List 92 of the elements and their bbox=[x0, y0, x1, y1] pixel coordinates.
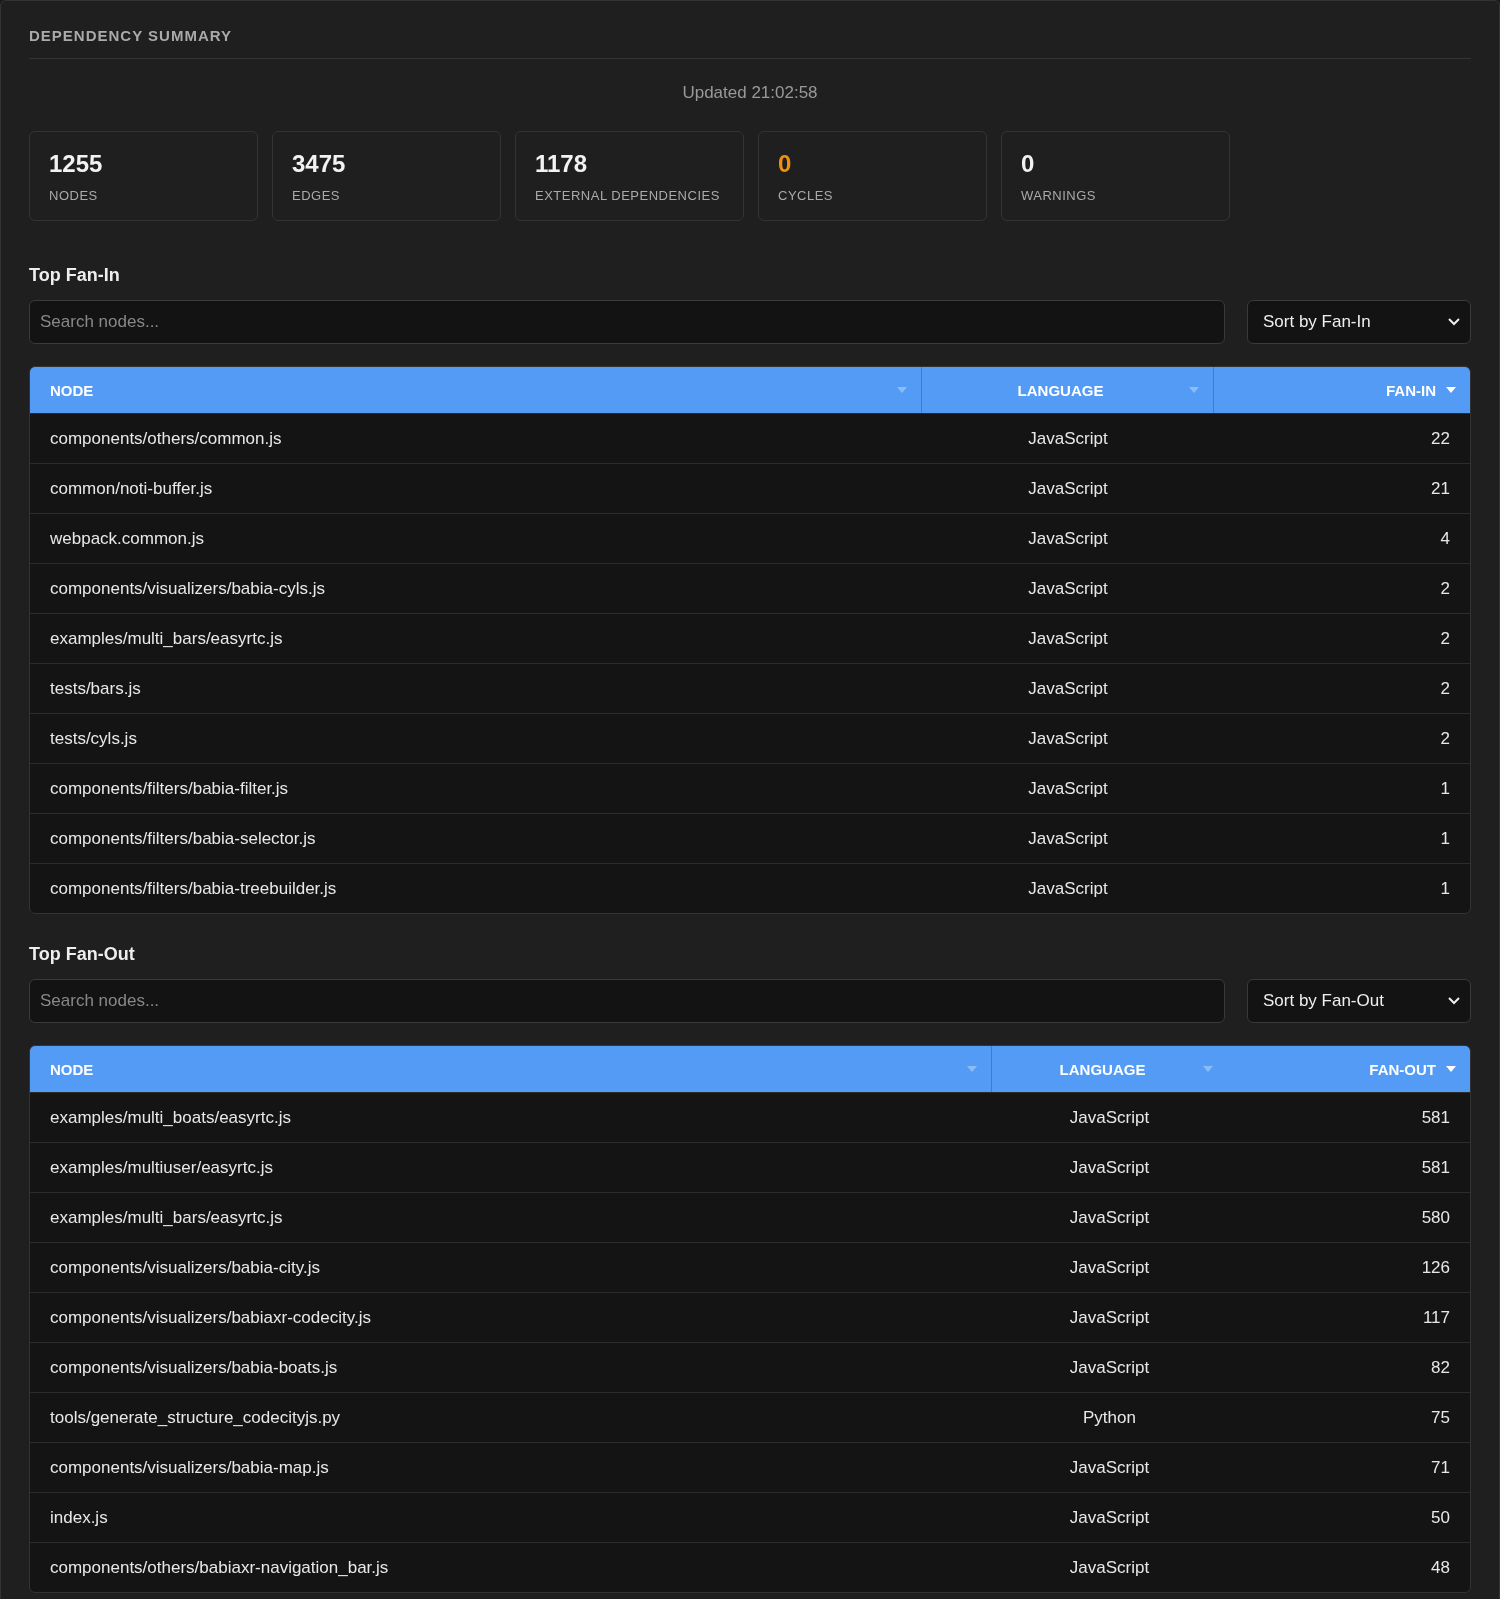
table-cell-text: 117 bbox=[1421, 1307, 1451, 1328]
table-cell-text: JavaScript bbox=[1027, 578, 1109, 599]
column-header[interactable]: LANGUAGE bbox=[942, 381, 1179, 399]
panel-title: DEPENDENCY SUMMARY bbox=[29, 27, 1471, 59]
column-header[interactable]: NODE bbox=[50, 381, 94, 399]
table-cell-text: 2 bbox=[1439, 678, 1451, 699]
table-cell-text: components/filters/babia-treebuilder.js bbox=[49, 878, 338, 899]
column-header[interactable]: FAN-OUT bbox=[1369, 1060, 1436, 1078]
table-cell-text: JavaScript bbox=[1068, 1507, 1151, 1528]
section-title: Top Fan-In bbox=[29, 265, 121, 286]
search-field[interactable]: Search nodes... bbox=[29, 979, 1225, 1023]
column-header[interactable]: FAN-IN bbox=[1386, 381, 1436, 399]
table-cell-text: components/others/babiaxr-navigation_bar.js bbox=[49, 1557, 390, 1578]
section-title: Top Fan-Out bbox=[29, 944, 136, 965]
stat-label: NODES bbox=[49, 188, 99, 203]
sort-caret-icon[interactable] bbox=[897, 387, 907, 393]
table-cell-text: examples/multi_bars/easyrtc.js bbox=[49, 628, 284, 649]
table-cell-text: 1 bbox=[1439, 828, 1451, 849]
table-cell-text: tests/cyls.js bbox=[49, 728, 138, 749]
table-cell-text: JavaScript bbox=[1027, 528, 1109, 549]
table-cell-text: JavaScript bbox=[1068, 1207, 1151, 1228]
table-cell-text: JavaScript bbox=[1068, 1157, 1151, 1178]
table-cell-text: tools/generate_structure_codecityjs.py bbox=[49, 1407, 342, 1428]
updated-time: Updated 21:02:58 bbox=[681, 83, 819, 103]
stat-value: 0 bbox=[778, 150, 793, 178]
sort-caret-icon[interactable] bbox=[967, 1066, 977, 1072]
table-cell-text: JavaScript bbox=[1068, 1557, 1151, 1578]
table-cell-text: components/visualizers/babia-boats.js bbox=[49, 1357, 339, 1378]
table-cell-text: 48 bbox=[1430, 1557, 1451, 1578]
sort-dropdown[interactable]: Sort by Fan-Out bbox=[1247, 979, 1471, 1023]
table-cell-text: components/visualizers/babia-city.js bbox=[49, 1257, 321, 1278]
table-cell-text: JavaScript bbox=[1027, 478, 1109, 499]
table-cell-text: index.js bbox=[49, 1507, 109, 1528]
sort-dropdown[interactable]: Sort by Fan-In bbox=[1247, 300, 1471, 344]
column-header[interactable]: NODE bbox=[50, 1060, 94, 1078]
table-cell-text: 22 bbox=[1430, 428, 1451, 449]
table-cell-text: 126 bbox=[1420, 1257, 1451, 1278]
sort-caret-icon[interactable] bbox=[1446, 387, 1456, 393]
chevron-down-icon bbox=[1448, 318, 1460, 326]
table-cell-text: JavaScript bbox=[1027, 778, 1109, 799]
table-cell-text: JavaScript bbox=[1027, 678, 1109, 699]
table-cell-text: 2 bbox=[1439, 628, 1451, 649]
table-cell-text: JavaScript bbox=[1027, 828, 1109, 849]
stat-value: 1178 bbox=[535, 150, 589, 178]
table-cell-text: Python bbox=[1082, 1407, 1137, 1428]
table-cell-text: 50 bbox=[1430, 1507, 1451, 1528]
table-cell-text: 580 bbox=[1420, 1207, 1451, 1228]
table-cell-text: examples/multiuser/easyrtc.js bbox=[49, 1157, 274, 1178]
table-cell-text: components/others/common.js bbox=[49, 428, 283, 449]
stat-label: CYCLES bbox=[778, 188, 835, 203]
stat-value: 1255 bbox=[49, 150, 104, 178]
table-cell-text: JavaScript bbox=[1027, 878, 1109, 899]
table-cell-text: JavaScript bbox=[1068, 1107, 1151, 1128]
table-cell-text: 2 bbox=[1439, 728, 1451, 749]
stat-label: EXTERNAL DEPENDENCIES bbox=[535, 188, 721, 203]
table-cell-text: 4 bbox=[1439, 528, 1451, 549]
table-cell-text: 71 bbox=[1430, 1457, 1451, 1478]
table-cell-text: JavaScript bbox=[1068, 1257, 1151, 1278]
table-cell-text: 1 bbox=[1439, 878, 1451, 899]
table-cell-text: JavaScript bbox=[1068, 1307, 1151, 1328]
table-cell-text: tests/bars.js bbox=[49, 678, 142, 699]
stat-value: 0 bbox=[1021, 150, 1036, 178]
table-cell-text: 581 bbox=[1420, 1107, 1451, 1128]
stat-label: WARNINGS bbox=[1021, 188, 1098, 203]
table-cell-text: examples/multi_bars/easyrtc.js bbox=[49, 1207, 284, 1228]
sort-caret-icon[interactable] bbox=[1446, 1066, 1456, 1072]
search-field[interactable]: Search nodes... bbox=[29, 300, 1225, 344]
table-cell-text: 82 bbox=[1430, 1357, 1451, 1378]
table-cell-text: 2 bbox=[1439, 578, 1451, 599]
sort-caret-icon[interactable] bbox=[1203, 1066, 1213, 1072]
table-cell-text: components/visualizers/babiaxr-codecity.js bbox=[49, 1307, 372, 1328]
table-cell-text: JavaScript bbox=[1027, 428, 1109, 449]
table-cell-text: JavaScript bbox=[1068, 1357, 1151, 1378]
table-cell-text: common/noti-buffer.js bbox=[49, 478, 214, 499]
table-cell-text: components/visualizers/babia-cyls.js bbox=[49, 578, 326, 599]
table-cell-text: 21 bbox=[1430, 478, 1451, 499]
stat-label: EDGES bbox=[292, 188, 341, 203]
table-cell-text: 75 bbox=[1430, 1407, 1451, 1428]
table-cell-text: components/filters/babia-selector.js bbox=[49, 828, 317, 849]
table-cell-text: JavaScript bbox=[1068, 1457, 1151, 1478]
table-cell-text: components/filters/babia-filter.js bbox=[49, 778, 290, 799]
table-cell-text: JavaScript bbox=[1027, 728, 1109, 749]
table-cell-text: 1 bbox=[1439, 778, 1451, 799]
column-header[interactable]: LANGUAGE bbox=[1012, 1060, 1193, 1078]
table-cell-text: 581 bbox=[1420, 1157, 1451, 1178]
table-cell-text: JavaScript bbox=[1027, 628, 1109, 649]
table-cell-text: components/visualizers/babia-map.js bbox=[49, 1457, 330, 1478]
stat-value: 3475 bbox=[292, 150, 347, 178]
table-cell-text: examples/multi_boats/easyrtc.js bbox=[49, 1107, 292, 1128]
chevron-down-icon bbox=[1448, 997, 1460, 1005]
table-cell-text: webpack.common.js bbox=[49, 528, 205, 549]
sort-caret-icon[interactable] bbox=[1189, 387, 1199, 393]
